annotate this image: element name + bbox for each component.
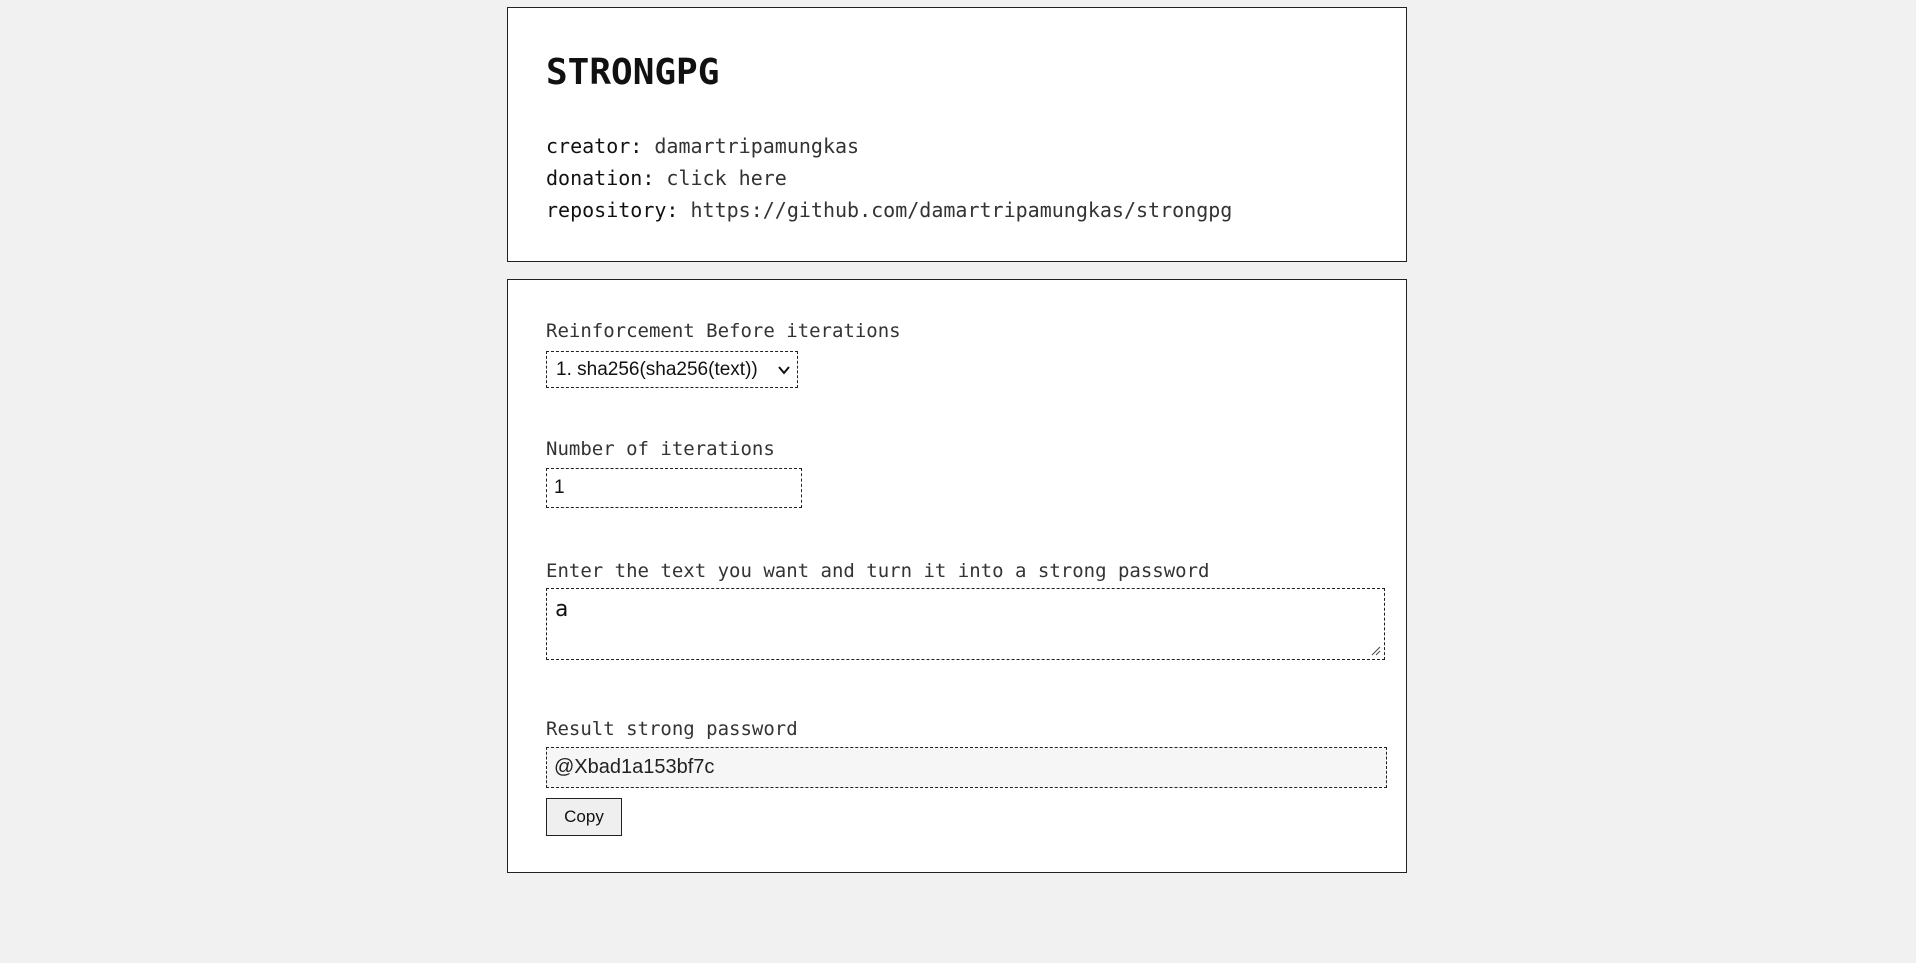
repository-link[interactable]: https://github.com/damartripamungkas/str… xyxy=(691,198,1233,222)
creator-line: creator: damartripamungkas xyxy=(546,134,859,158)
text-label: Enter the text you want and turn it into… xyxy=(546,560,1210,582)
copy-button[interactable]: Copy xyxy=(546,798,622,836)
creator-key: creator: xyxy=(546,134,643,158)
iterations-input[interactable] xyxy=(546,468,802,508)
reinforcement-select[interactable]: 1. sha256(sha256(text)) xyxy=(546,351,798,388)
result-output[interactable] xyxy=(546,747,1387,788)
form-card: Reinforcement Before iterations 1. sha25… xyxy=(507,279,1407,873)
header-card: STRONGPG creator: damartripamungkas dona… xyxy=(507,7,1407,262)
resize-grip-icon[interactable] xyxy=(1371,646,1381,656)
app-title: STRONGPG xyxy=(546,52,720,93)
iterations-label: Number of iterations xyxy=(546,438,775,460)
text-input[interactable]: a xyxy=(546,588,1385,660)
result-label: Result strong password xyxy=(546,718,798,740)
donation-link[interactable]: click here xyxy=(666,166,786,190)
donation-key: donation: xyxy=(546,166,655,190)
repository-key: repository: xyxy=(546,198,679,222)
chevron-down-icon xyxy=(778,366,790,375)
repository-line: repository: https://github.com/damartrip… xyxy=(546,198,1232,222)
reinforcement-label: Reinforcement Before iterations xyxy=(546,320,901,342)
creator-value: damartripamungkas xyxy=(654,134,860,158)
reinforcement-selected-value: 1. sha256(sha256(text)) xyxy=(556,358,758,380)
donation-line: donation: click here xyxy=(546,166,787,190)
